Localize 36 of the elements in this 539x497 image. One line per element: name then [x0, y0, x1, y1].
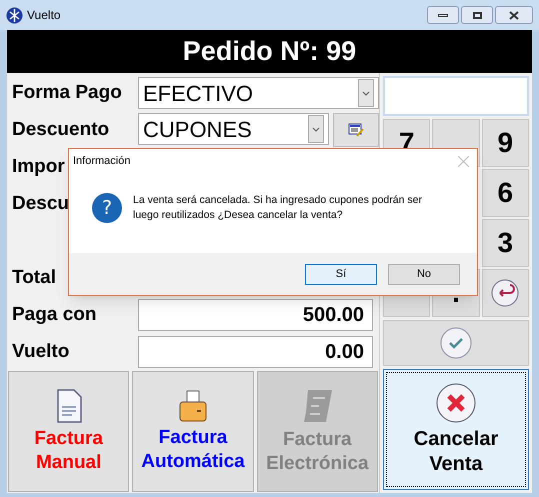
close-button[interactable]	[495, 6, 533, 24]
app-logo-icon	[6, 6, 23, 24]
backspace-key[interactable]	[482, 269, 529, 317]
document-icon	[56, 388, 82, 422]
amount-field[interactable]: 0.00	[138, 336, 373, 368]
printer-icon	[178, 390, 207, 422]
checkmark-icon	[440, 327, 472, 359]
payment-dropdown[interactable]: EFECTIVO	[138, 77, 379, 109]
field-label: Paga con	[12, 304, 96, 325]
keypad-key[interactable]: 3	[482, 219, 529, 267]
invoice-button[interactable]: Factura Automática	[132, 371, 254, 492]
close-icon	[509, 10, 519, 20]
order-header: Pedido Nº: 99	[7, 30, 532, 73]
list-edit-icon	[348, 123, 364, 137]
undo-icon	[490, 278, 520, 308]
dialog-button[interactable]: Sí	[305, 264, 377, 284]
field-label: Vuelto	[12, 340, 70, 362]
dialog-button[interactable]: No	[388, 264, 460, 284]
cancel-sale-button[interactable]: Cancelar Venta	[383, 369, 529, 490]
field-label: Impor	[12, 156, 65, 177]
window-title: Vuelto	[27, 7, 61, 24]
field-label: Forma Pago	[12, 82, 122, 103]
maximize-button[interactable]	[461, 6, 493, 24]
field-label: Descuento	[12, 118, 110, 140]
dialog-title: Información	[73, 154, 130, 169]
minimize-button[interactable]	[427, 6, 459, 24]
field-label: Descu	[12, 192, 70, 214]
keypad-key[interactable]: 9	[482, 119, 529, 167]
amount-field[interactable]: 500.00	[138, 299, 373, 331]
payment-dropdown[interactable]: CUPONES	[138, 113, 329, 145]
field-label: Total	[12, 266, 56, 288]
keypad-key[interactable]: 6	[482, 169, 529, 217]
cancel-icon	[436, 382, 476, 422]
question-icon: ?	[92, 193, 122, 223]
coupon-list-button[interactable]	[333, 113, 379, 147]
dialog-message: La venta será cancelada. Si ha ingresado cupones podrán ser luego reutilizados ¿Desea cancelar la venta?	[133, 193, 423, 223]
